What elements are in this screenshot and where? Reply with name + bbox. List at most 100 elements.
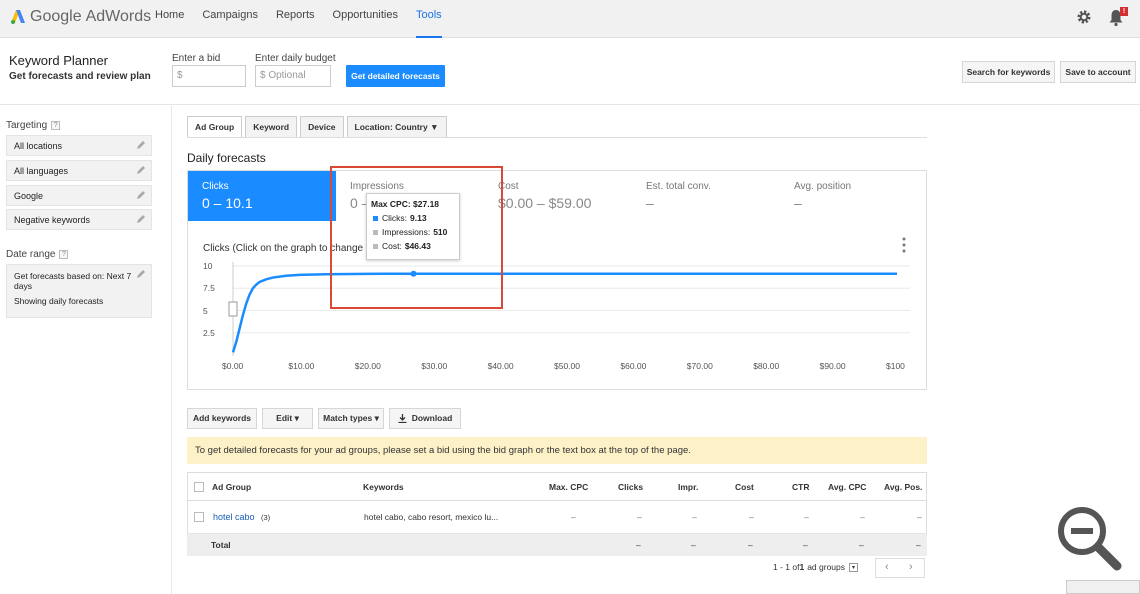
gear-icon[interactable] [1076, 9, 1092, 25]
col-impressions[interactable]: Impr. [678, 473, 698, 500]
pager-text-pre: 1 - 1 of [773, 562, 800, 572]
x-tick-label: $80.00 [753, 361, 780, 371]
sidebar-item-languages[interactable]: All languages [6, 160, 152, 181]
total-clicks: – [636, 540, 641, 550]
total-ctr: – [803, 540, 808, 550]
metric-label: Avg. position [794, 181, 852, 192]
add-keywords-button[interactable]: Add keywords [187, 408, 257, 429]
x-tick-label: $60.00 [620, 361, 647, 371]
x-tick-label: $50.00 [554, 361, 580, 371]
metric-value: – [794, 195, 802, 211]
get-forecasts-button[interactable]: Get detailed forecasts [346, 65, 445, 87]
tab-divider [187, 137, 927, 138]
total-avg-pos: – [916, 540, 921, 550]
max-cpc-cell[interactable]: – [571, 501, 576, 533]
notifications-bell[interactable]: ! [1108, 7, 1128, 27]
pencil-icon[interactable] [136, 165, 146, 175]
zoom-out-icon[interactable] [1053, 502, 1123, 572]
sidebar-item-label: Google [14, 191, 44, 201]
save-to-account-button[interactable]: Save to account [1060, 61, 1136, 83]
prev-page-icon[interactable]: ‹ [885, 561, 889, 573]
metric-conversions[interactable]: Est. total conv. – [632, 171, 780, 221]
pencil-icon[interactable] [136, 269, 146, 279]
col-clicks[interactable]: Clicks [618, 473, 643, 500]
nav-campaigns[interactable]: Campaigns [202, 0, 258, 38]
targeting-label: Targeting ? [6, 120, 61, 131]
help-icon[interactable]: ? [59, 250, 69, 259]
search-keywords-button[interactable]: Search for keywords [962, 61, 1055, 83]
forecast-panel: Clicks 0 – 10.1 Impressions 0 – Cost $0.… [187, 170, 927, 390]
tab-keyword[interactable]: Keyword [245, 116, 298, 137]
edit-button[interactable]: Edit ▾ [262, 408, 313, 429]
nav-reports[interactable]: Reports [276, 0, 315, 38]
page-title: Keyword Planner [9, 53, 108, 68]
adwords-logo[interactable]: Google AdWords [10, 6, 151, 28]
nav-opportunities[interactable]: Opportunities [333, 0, 398, 38]
metric-cost[interactable]: Cost $0.00 – $59.00 [484, 171, 632, 221]
metric-label: Est. total conv. [646, 181, 711, 192]
date-range-box[interactable]: Get forecasts based on: Next 7 days Show… [6, 264, 152, 318]
logo-google-text: Google [30, 8, 82, 25]
col-cost[interactable]: Cost [735, 473, 754, 500]
impressions-cell: – [692, 512, 697, 522]
tab-device[interactable]: Device [300, 116, 344, 137]
avg-pos-cell: – [917, 512, 922, 522]
cost-cell: – [749, 512, 754, 522]
x-tick-label: $90.00 [819, 361, 846, 371]
pencil-icon[interactable] [136, 214, 146, 224]
table-total-row: Total – – – – – – [187, 534, 927, 556]
next-page-icon[interactable]: › [909, 561, 913, 573]
date-range-showing: Showing daily forecasts [14, 296, 104, 306]
highlight-box [330, 166, 503, 309]
nav-tools[interactable]: Tools [415, 0, 442, 38]
table-header: Ad Group Keywords Max. CPC Clicks Impr. … [187, 472, 927, 501]
col-avg-cpc[interactable]: Avg. CPC [828, 473, 866, 500]
match-types-button[interactable]: Match types ▾ [318, 408, 384, 429]
metric-avg-position[interactable]: Avg. position – [780, 171, 928, 221]
clicks-cell: – [637, 512, 642, 522]
daily-forecasts-title: Daily forecasts [187, 151, 266, 165]
sidebar-item-locations[interactable]: All locations [6, 135, 152, 156]
download-label: Download [411, 413, 453, 423]
metric-label: Clicks [202, 181, 229, 192]
sidebar-item-network[interactable]: Google [6, 185, 152, 206]
nav-home[interactable]: Home [155, 0, 184, 38]
total-cost: – [748, 540, 753, 550]
bid-label: Enter a bid [172, 53, 221, 64]
x-tick-label: $40.00 [487, 361, 514, 371]
metric-clicks[interactable]: Clicks 0 – 10.1 [188, 171, 336, 221]
sidebar-item-label: Negative keywords [14, 215, 91, 225]
x-tick-label: $20.00 [354, 361, 381, 371]
pencil-icon[interactable] [136, 190, 146, 200]
col-ad-group[interactable]: Ad Group [212, 473, 251, 500]
sidebar-item-label: All languages [14, 166, 69, 176]
tab-ad-group[interactable]: Ad Group [187, 116, 243, 137]
download-button[interactable]: Download [389, 408, 461, 429]
help-icon[interactable]: ? [51, 121, 61, 130]
tab-location[interactable]: Location: Country ▼ [346, 116, 447, 137]
x-tick-label: $0.00 [222, 361, 244, 371]
sidebar-item-label: All locations [14, 141, 63, 151]
main-nav: Home Campaigns Reports Opportunities Too… [155, 0, 460, 38]
adwords-logo-icon [11, 10, 25, 24]
page-subtitle: Get forecasts and review plan [9, 71, 151, 82]
select-all-checkbox[interactable] [194, 473, 204, 500]
col-max-cpc[interactable]: Max. CPC [549, 473, 588, 500]
metric-value: 0 – 10.1 [202, 195, 253, 211]
x-tick-label: $10.00 [288, 361, 315, 371]
more-options-icon[interactable] [902, 237, 906, 253]
bid-input[interactable]: $ [172, 65, 246, 87]
pager-buttons: ‹ › [875, 558, 925, 578]
pager-dropdown-icon[interactable]: ▾ [849, 562, 859, 572]
sidebar-item-negative-keywords[interactable]: Negative keywords [6, 209, 152, 230]
pencil-icon[interactable] [136, 140, 146, 150]
row-checkbox[interactable] [194, 501, 204, 533]
x-tick-label: $70.00 [686, 361, 713, 371]
col-keywords[interactable]: Keywords [363, 473, 404, 500]
ad-group-link[interactable]: hotel cabo [213, 501, 255, 533]
budget-input[interactable]: $ Optional [255, 65, 331, 87]
col-ctr[interactable]: CTR [792, 473, 809, 500]
date-range-forecast: Get forecasts based on: Next 7 days [14, 271, 132, 291]
y-tick-label: 5 [203, 305, 208, 316]
col-avg-pos[interactable]: Avg. Pos. [884, 473, 922, 500]
